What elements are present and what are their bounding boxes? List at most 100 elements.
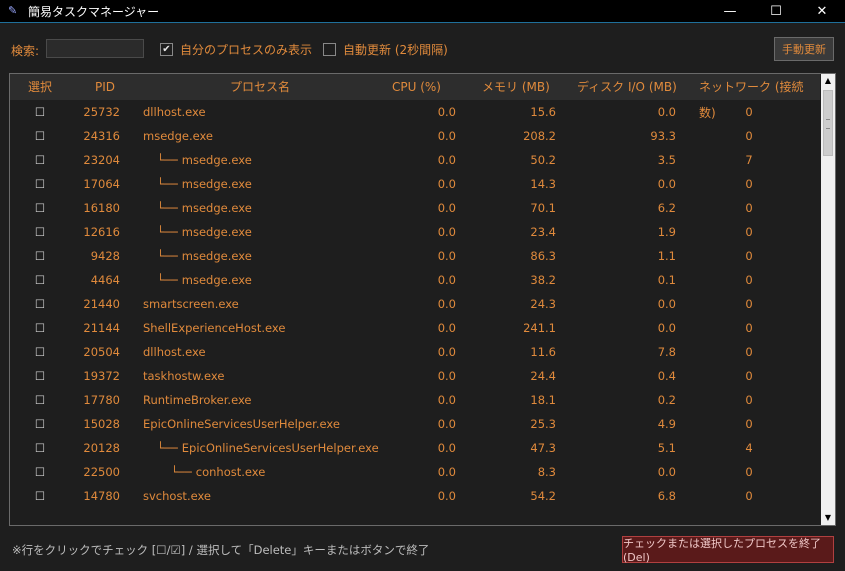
vertical-scrollbar[interactable]: ▲ ▼	[821, 74, 835, 525]
col-memory[interactable]: メモリ (MB)	[482, 74, 550, 100]
maximize-button[interactable]: ☐	[753, 0, 799, 22]
table-row[interactable]: ☐ 4464 └── msedge.exe 0.0 38.2 0.1 0	[10, 268, 820, 292]
scroll-thumb[interactable]	[823, 90, 833, 156]
table-row[interactable]: ☐ 17780 RuntimeBroker.exe 0.0 18.1 0.2 0	[10, 388, 820, 412]
process-name-cell: └── msedge.exe	[143, 196, 252, 220]
table-row[interactable]: ☐ 15028 EpicOnlineServicesUserHelper.exe 0.…	[10, 412, 820, 436]
network-cell: 0	[745, 417, 753, 431]
row-checkbox[interactable]: ☐	[34, 244, 46, 268]
cpu-cell: 0.0	[437, 489, 456, 503]
process-name-cell: └── msedge.exe	[143, 172, 252, 196]
table-row[interactable]: ☐ 12616 └── msedge.exe 0.0 23.4 1.9 0	[10, 220, 820, 244]
memory-cell: 70.1	[530, 201, 556, 215]
row-checkbox[interactable]: ☐	[34, 436, 46, 460]
table-row[interactable]: ☐ 22500 └── conhost.exe 0.0 8.3 0.0 0	[10, 460, 820, 484]
table-row[interactable]: ☐ 16180 └── msedge.exe 0.0 70.1 6.2 0	[10, 196, 820, 220]
row-checkbox[interactable]: ☐	[34, 196, 46, 220]
table-row[interactable]: ☐ 21440 smartscreen.exe 0.0 24.3 0.0 0	[10, 292, 820, 316]
close-button[interactable]: ✕	[799, 0, 845, 22]
pid-cell: 24316	[83, 129, 120, 143]
window-controls: — ☐ ✕	[707, 0, 845, 22]
table-header: 選択 PID プロセス名 CPU (%) メモリ (MB) ディスク I/O (…	[10, 74, 820, 120]
table-row[interactable]: ☐ 19372 taskhostw.exe 0.0 24.4 0.4 0	[10, 364, 820, 388]
network-cell: 0	[745, 393, 753, 407]
row-checkbox[interactable]: ☐	[34, 388, 46, 412]
auto-refresh-label: 自動更新 (2秒間隔)	[343, 43, 448, 57]
search-input[interactable]	[46, 39, 144, 58]
row-checkbox[interactable]: ☐	[34, 172, 46, 196]
col-select[interactable]: 選択	[28, 74, 52, 100]
pid-cell: 14780	[83, 489, 120, 503]
table-row[interactable]: ☐ 20504 dllhost.exe 0.0 11.6 7.8 0	[10, 340, 820, 364]
memory-cell: 86.3	[530, 249, 556, 263]
col-pid[interactable]: PID	[95, 74, 115, 100]
scroll-up-arrow-icon[interactable]: ▲	[821, 74, 835, 88]
col-process-name[interactable]: プロセス名	[230, 74, 290, 100]
col-cpu[interactable]: CPU (%)	[392, 74, 441, 100]
pid-cell: 22500	[83, 465, 120, 479]
disk-io-cell: 6.8	[657, 489, 676, 503]
process-name-cell: └── msedge.exe	[143, 220, 252, 244]
row-checkbox[interactable]: ☐	[34, 292, 46, 316]
pid-cell: 21440	[83, 297, 120, 311]
auto-refresh-checkbox[interactable]	[323, 43, 336, 56]
process-name-cell: └── EpicOnlineServicesUserHelper.exe	[143, 436, 379, 460]
auto-refresh-toggle[interactable]: 自動更新 (2秒間隔)	[323, 41, 448, 58]
disk-io-cell: 93.3	[650, 129, 676, 143]
own-process-checkbox[interactable]: ✔	[160, 43, 173, 56]
process-name-cell: svchost.exe	[143, 484, 211, 508]
memory-cell: 23.4	[530, 225, 556, 239]
cpu-cell: 0.0	[437, 393, 456, 407]
end-process-button[interactable]: チェックまたは選択したプロセスを終了 (Del)	[622, 536, 834, 564]
process-name-text: msedge.exe	[181, 249, 252, 263]
table-row[interactable]: ☐ 23204 └── msedge.exe 0.0 50.2 3.5 7	[10, 148, 820, 172]
pid-cell: 20504	[83, 345, 120, 359]
table-row[interactable]: ☐ 20128 └── EpicOnlineServicesUserHelper.ex…	[10, 436, 820, 460]
table-row[interactable]: ☐ 17064 └── msedge.exe 0.0 14.3 0.0 0	[10, 172, 820, 196]
row-checkbox[interactable]: ☐	[34, 364, 46, 388]
row-checkbox[interactable]: ☐	[34, 100, 46, 124]
network-cell: 0	[745, 225, 753, 239]
process-name-text: dllhost.exe	[143, 105, 206, 119]
network-cell: 0	[745, 297, 753, 311]
row-checkbox[interactable]: ☐	[34, 220, 46, 244]
process-name-cell: dllhost.exe	[143, 100, 206, 124]
tree-connector: └──	[157, 177, 178, 191]
own-process-toggle[interactable]: ✔ 自分のプロセスのみ表示	[160, 41, 312, 58]
process-name-cell: └── msedge.exe	[143, 244, 252, 268]
row-checkbox[interactable]: ☐	[34, 148, 46, 172]
network-cell: 0	[745, 201, 753, 215]
table-row[interactable]: ☐ 9428 └── msedge.exe 0.0 86.3 1.1 0	[10, 244, 820, 268]
row-checkbox[interactable]: ☐	[34, 460, 46, 484]
table-row[interactable]: ☐ 21144 ShellExperienceHost.exe 0.0 241.1 0.0…	[10, 316, 820, 340]
process-name-text: msedge.exe	[181, 201, 252, 215]
process-table: 選択 PID プロセス名 CPU (%) メモリ (MB) ディスク I/O (…	[9, 73, 836, 526]
col-network[interactable]: ネットワーク (接続数)	[699, 74, 820, 120]
row-checkbox[interactable]: ☐	[34, 316, 46, 340]
disk-io-cell: 6.2	[657, 201, 676, 215]
minimize-button[interactable]: —	[707, 0, 753, 22]
row-checkbox[interactable]: ☐	[34, 484, 46, 508]
table-row[interactable]: ☐ 25732 dllhost.exe 0.0 15.6 0.0 0	[10, 100, 820, 124]
cpu-cell: 0.0	[437, 345, 456, 359]
row-checkbox[interactable]: ☐	[34, 412, 46, 436]
row-checkbox[interactable]: ☐	[34, 268, 46, 292]
row-checkbox[interactable]: ☐	[34, 340, 46, 364]
table-row[interactable]: ☐ 24316 msedge.exe 0.0 208.2 93.3 0	[10, 124, 820, 148]
pid-cell: 25732	[83, 105, 120, 119]
network-cell: 0	[745, 321, 753, 335]
table-row[interactable]: ☐ 14780 svchost.exe 0.0 54.2 6.8 0	[10, 484, 820, 508]
col-disk-io[interactable]: ディスク I/O (MB)	[577, 74, 677, 100]
network-cell: 4	[745, 441, 753, 455]
network-cell: 0	[745, 369, 753, 383]
pid-cell: 16180	[83, 201, 120, 215]
process-name-text: msedge.exe	[181, 177, 252, 191]
row-checkbox[interactable]: ☐	[34, 124, 46, 148]
disk-io-cell: 0.4	[657, 369, 676, 383]
network-cell: 0	[745, 489, 753, 503]
memory-cell: 24.3	[530, 297, 556, 311]
scroll-down-arrow-icon[interactable]: ▼	[821, 511, 835, 525]
manual-refresh-button[interactable]: 手動更新	[774, 37, 834, 61]
memory-cell: 208.2	[523, 129, 556, 143]
disk-io-cell: 0.0	[657, 177, 676, 191]
